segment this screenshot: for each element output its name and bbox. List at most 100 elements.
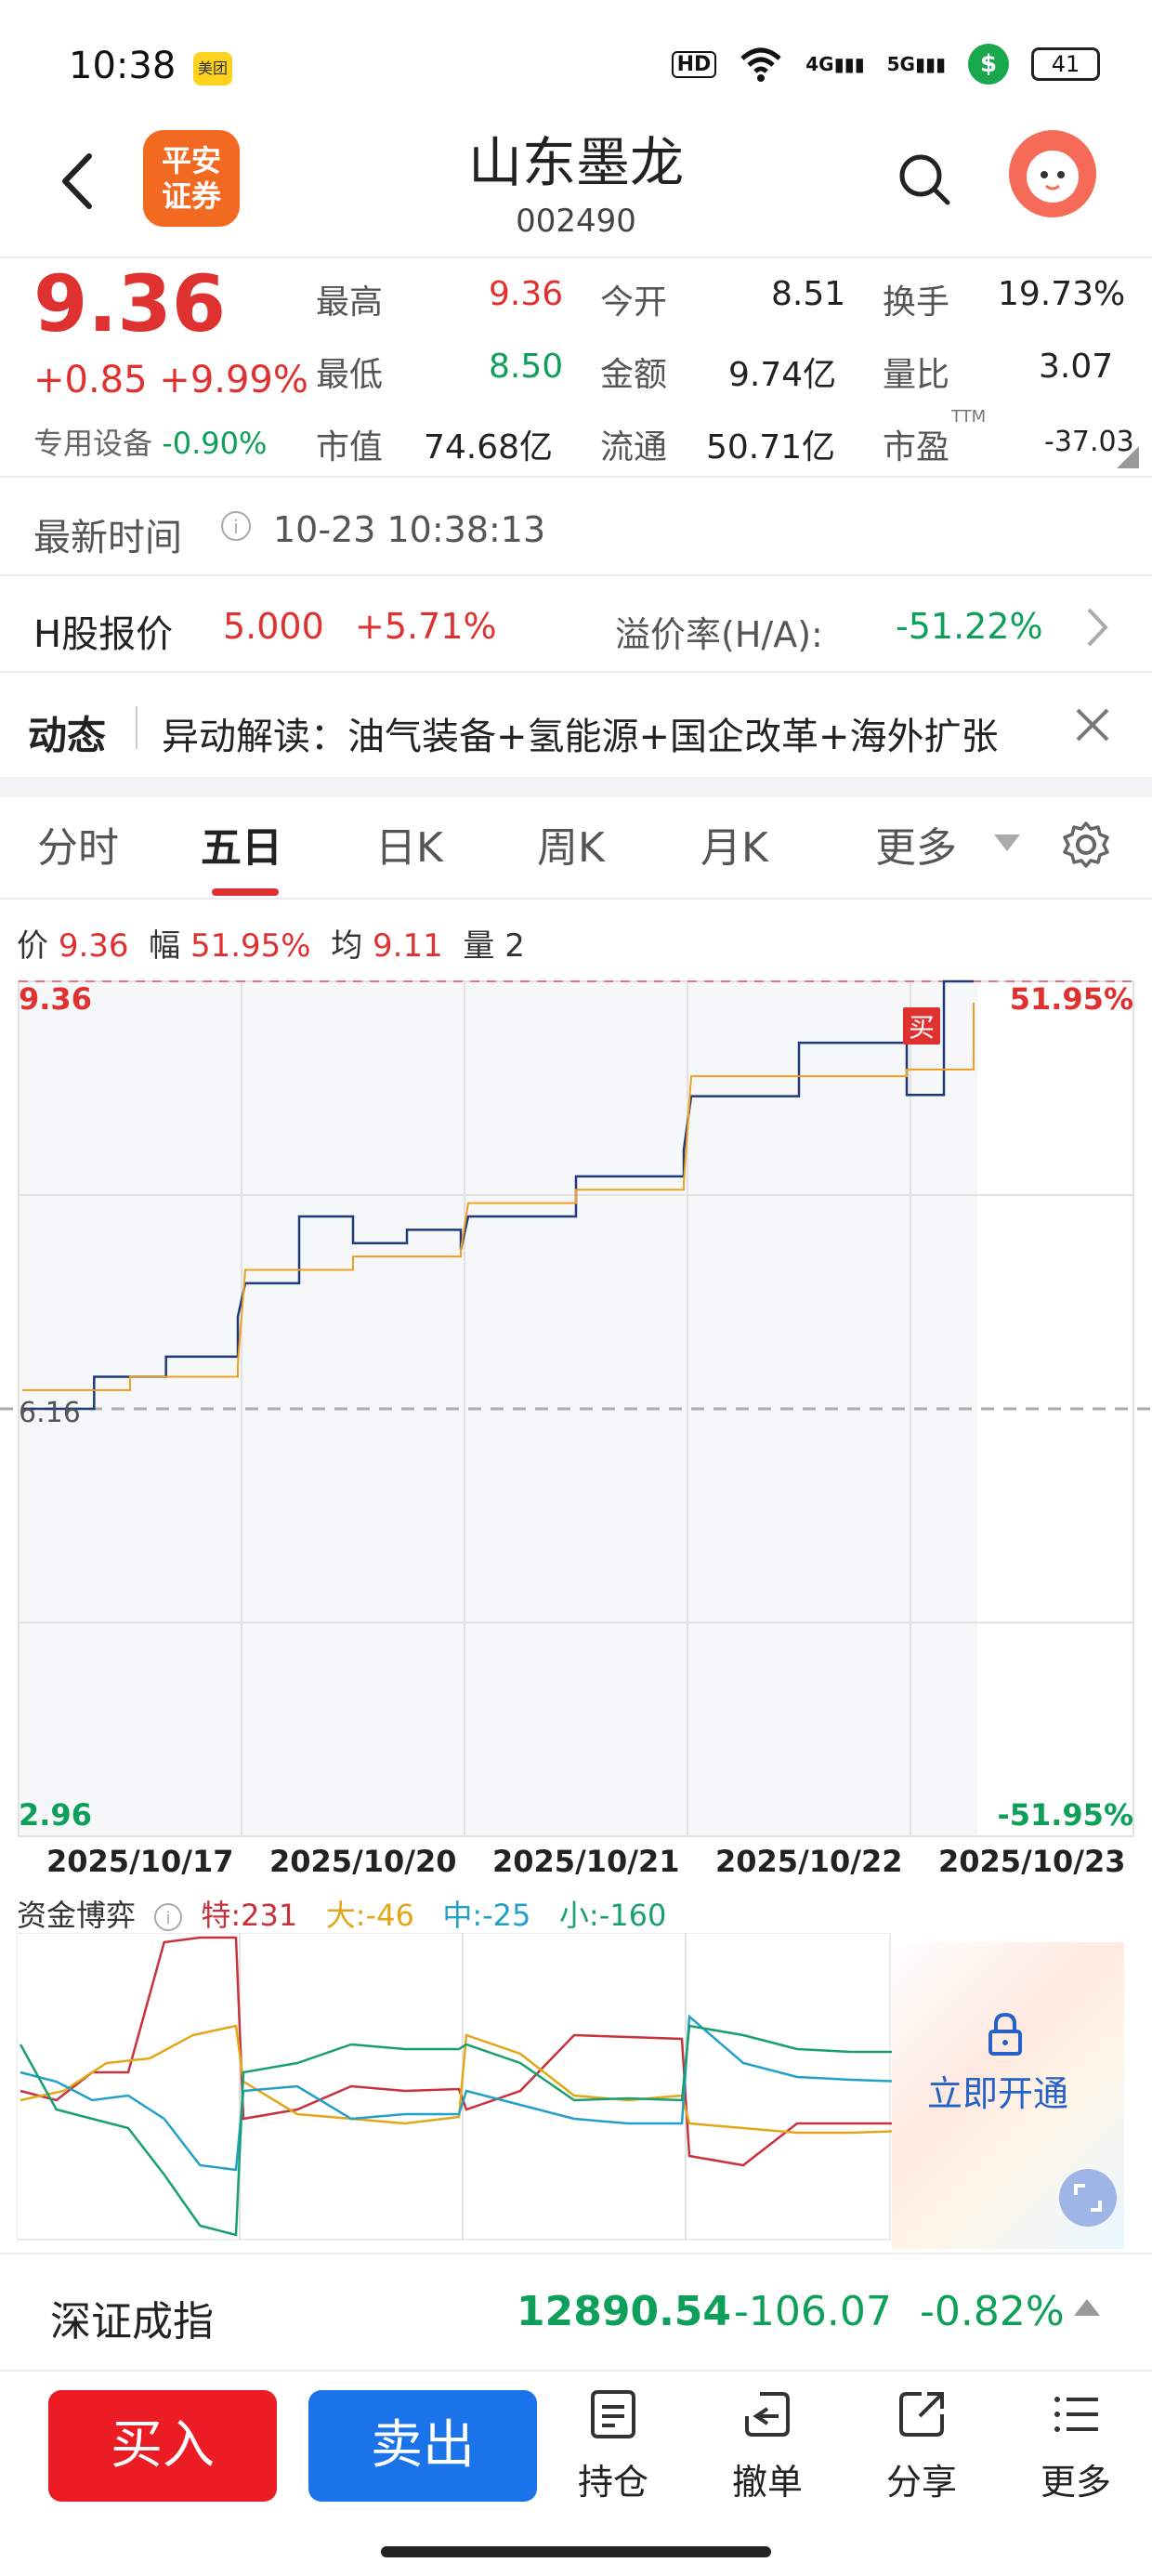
date-label-0: 2025/10/17 [46, 1844, 234, 1879]
amount-value: 9.74亿 [728, 356, 837, 394]
market-cap-value: 74.68亿 [424, 428, 554, 467]
pe-label: 市盈 [883, 428, 950, 467]
date-label-1: 2025/10/20 [269, 1844, 457, 1879]
news-text: 异动解读：油气装备+氢能源+国企改革+海外扩张 [162, 716, 999, 758]
crosshair-volume: 2 [504, 927, 525, 965]
active-tab-indicator [212, 888, 279, 896]
tab-monthly-k[interactable]: 月K [700, 814, 768, 874]
svg-text:i: i [233, 516, 239, 538]
battery-icon: 41 [1031, 47, 1100, 81]
index-name: 深证成指 [50, 2298, 214, 2346]
fullscreen-icon[interactable] [1059, 2169, 1117, 2227]
float-cap-label: 流通 [600, 428, 668, 467]
float-cap-value: 50.71亿 [706, 428, 836, 467]
expand-up-icon[interactable] [1074, 2299, 1100, 2316]
flow-large: 大:-46 [325, 1898, 414, 1933]
buy-marker-label: 买 [909, 1012, 935, 1043]
current-price: 9.36 [33, 258, 227, 349]
assistant-face-icon [1027, 151, 1079, 203]
cancel-order-icon [745, 2392, 790, 2437]
section-gap [0, 777, 1152, 797]
stock-code: 002490 [516, 203, 636, 240]
status-time: 10:38 [69, 45, 177, 87]
low-label: 最低 [316, 356, 384, 394]
info-icon[interactable]: i [219, 509, 253, 543]
index-change-pct: -0.82% [920, 2288, 1065, 2335]
premium-value: -51.22% [896, 606, 1043, 647]
stock-name: 山东墨龙 [467, 131, 684, 194]
capital-flow-header: 资金博弈 i 特:231 大:-46 中:-25 小:-160 [17, 1898, 667, 1933]
latest-time-label: 最新时间 [33, 517, 182, 559]
sell-button[interactable]: 卖出 [308, 2390, 537, 2502]
flow-medium: 中:-25 [442, 1898, 531, 1933]
date-label-2: 2025/10/21 [492, 1844, 680, 1879]
unlock-button[interactable]: 立即开通 [927, 2065, 1068, 2116]
y-min-label: 2.96 [19, 1797, 92, 1833]
news-banner[interactable]: 动态 异动解读：油气装备+氢能源+国企改革+海外扩张 [0, 673, 1152, 781]
volume-ratio-label: 量比 [883, 356, 950, 394]
share-button[interactable]: 分享 [866, 2388, 977, 2504]
news-separator [136, 706, 137, 749]
meituan-notification-icon: 美团 [193, 52, 232, 85]
chevron-right-icon [1087, 608, 1108, 647]
h-share-label: H股报价 [33, 613, 174, 656]
tab-more[interactable]: 更多 [875, 814, 957, 874]
crosshair-average: 9.11 [373, 927, 443, 965]
tab-weekly-k[interactable]: 周K [537, 814, 605, 874]
amount-label: 金额 [600, 356, 668, 394]
price-change: +0.85 +9.99% [33, 359, 308, 401]
signal-4g-icon: 4G▮▮▮ [805, 53, 865, 75]
holdings-icon [591, 2390, 635, 2438]
wifi-icon [740, 47, 781, 82]
premium-label: 溢价率(H/A): [615, 614, 823, 655]
crosshair-amplitude: 51.95% [190, 927, 311, 965]
h-share-pct: +5.71% [355, 606, 497, 647]
corner-expand-icon[interactable] [1117, 446, 1139, 468]
status-bar: 10:38 美团 HD 4G▮▮▮ 5G▮▮▮ $ 41 [0, 0, 1152, 130]
market-cap-label: 市值 [316, 428, 384, 467]
tabs-divider [0, 898, 1152, 900]
sector-change[interactable]: 专用设备 -0.90% [33, 420, 267, 463]
search-icon[interactable] [896, 151, 953, 208]
five-day-chart[interactable]: 买 9.36 6.16 2.96 51.95% -51.95% [0, 966, 1152, 1859]
home-indicator [381, 2546, 771, 2557]
news-label: 动态 [28, 713, 107, 758]
crosshair-price: 9.36 [58, 927, 129, 965]
status-icons: HD 4G▮▮▮ 5G▮▮▮ $ 41 [671, 43, 1100, 85]
chart-crosshair-info: 价 9.36 幅 51.95% 均 9.11 量 2 [17, 927, 525, 965]
buy-button[interactable]: 买入 [48, 2390, 277, 2502]
open-label: 今开 [600, 283, 668, 322]
open-value: 8.51 [771, 275, 846, 313]
settings-gear-icon[interactable] [1061, 820, 1111, 870]
y-max-label: 9.36 [19, 981, 92, 1017]
h-share-price: 5.000 [223, 606, 324, 647]
turnover-value: 19.73% [998, 275, 1126, 313]
index-change: -106.07 [734, 2288, 892, 2335]
hd-icon: HD [671, 50, 717, 78]
assistant-avatar[interactable] [1009, 130, 1096, 217]
close-icon[interactable] [1074, 706, 1111, 743]
signal-5g-icon: 5G▮▮▮ [886, 53, 946, 75]
high-label: 最高 [316, 283, 384, 322]
more-button[interactable]: 更多 [1020, 2388, 1132, 2504]
flow-small: 小:-160 [558, 1898, 667, 1933]
pe-ttm-sup: TTM [951, 407, 987, 427]
dropdown-triangle-icon[interactable] [994, 835, 1020, 851]
lock-icon [988, 2012, 1022, 2056]
menu-icon [1054, 2397, 1098, 2432]
index-value: 12890.54 [517, 2288, 732, 2335]
share-icon [899, 2392, 944, 2437]
flow-super-large: 特:231 [201, 1898, 298, 1933]
tab-daily-k[interactable]: 日K [375, 814, 443, 874]
security-shield-icon: $ [968, 44, 1009, 85]
quote-divider [0, 476, 1152, 478]
tab-intraday[interactable]: 分时 [37, 814, 119, 874]
holdings-button[interactable]: 持仓 [557, 2388, 669, 2504]
cancel-order-button[interactable]: 撤单 [712, 2388, 823, 2504]
tab-five-day[interactable]: 五日 [201, 814, 282, 874]
latest-time-value: 10-23 10:38:13 [273, 509, 546, 550]
h-share-row[interactable]: H股报价 5.000 +5.71% 溢价率(H/A): -51.22% [0, 576, 1152, 673]
turnover-label: 换手 [883, 283, 950, 322]
flow-info-icon[interactable]: i [152, 1901, 184, 1933]
y-mid-label: 6.16 [19, 1397, 81, 1429]
